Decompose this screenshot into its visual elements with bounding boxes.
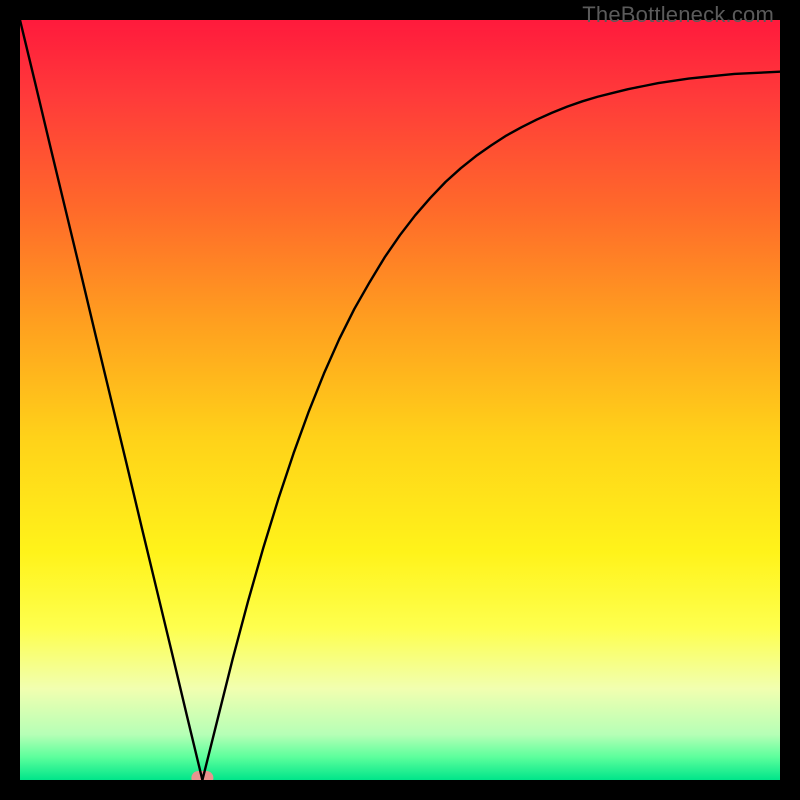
chart-svg <box>20 20 780 780</box>
watermark-label: TheBottleneck.com <box>582 2 774 28</box>
chart-frame <box>20 20 780 780</box>
gradient-background <box>20 20 780 780</box>
